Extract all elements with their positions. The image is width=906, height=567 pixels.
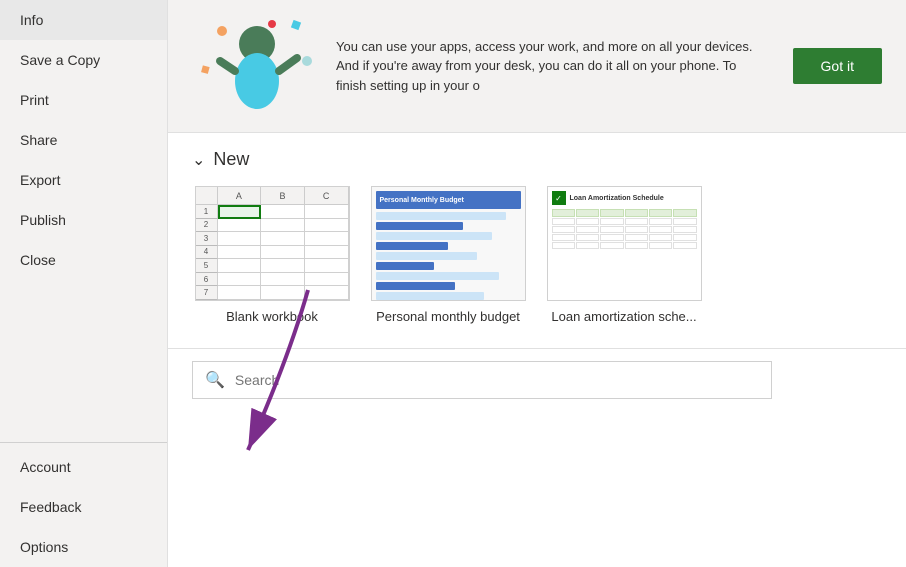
- budget-label: Personal monthly budget: [376, 309, 520, 324]
- sidebar-item-account[interactable]: Account: [0, 447, 167, 487]
- loan-label: Loan amortization sche...: [551, 309, 696, 324]
- search-icon: 🔍: [205, 370, 225, 390]
- templates-row: A B C 1 2 3: [192, 186, 882, 324]
- sidebar-item-info[interactable]: Info: [0, 0, 167, 40]
- budget-thumb: Personal Monthly Budget: [371, 186, 526, 301]
- template-blank-workbook[interactable]: A B C 1 2 3: [192, 186, 352, 324]
- banner: You can use your apps, access your work,…: [168, 0, 906, 133]
- sidebar-item-options[interactable]: Options: [0, 527, 167, 567]
- sidebar: Info Save a Copy Print Share Export Publ…: [0, 0, 168, 567]
- loan-thumb: ✓ Loan Amortization Schedule: [547, 186, 702, 301]
- template-budget[interactable]: Personal Monthly Budget: [368, 186, 528, 324]
- new-section: ⌄ New A B C 1: [168, 133, 906, 332]
- new-header: ⌄ New: [192, 149, 882, 170]
- main-content: You can use your apps, access your work,…: [168, 0, 906, 567]
- sidebar-item-export[interactable]: Export: [0, 160, 167, 200]
- sidebar-item-share[interactable]: Share: [0, 120, 167, 160]
- search-container: 🔍: [168, 361, 906, 399]
- got-it-button[interactable]: Got it: [793, 48, 882, 84]
- divider: [168, 348, 906, 349]
- search-input[interactable]: [235, 372, 759, 388]
- sidebar-item-save-copy[interactable]: Save a Copy: [0, 40, 167, 80]
- search-bar: 🔍: [192, 361, 772, 399]
- new-section-title: New: [213, 149, 249, 170]
- blank-workbook-thumb: A B C 1 2 3: [195, 186, 350, 301]
- banner-illustration: [192, 16, 312, 116]
- new-section-chevron[interactable]: ⌄: [192, 150, 205, 170]
- sidebar-item-print[interactable]: Print: [0, 80, 167, 120]
- banner-text: You can use your apps, access your work,…: [336, 37, 769, 96]
- template-loan[interactable]: ✓ Loan Amortization Schedule: [544, 186, 704, 324]
- sidebar-item-publish[interactable]: Publish: [0, 200, 167, 240]
- sidebar-item-feedback[interactable]: Feedback: [0, 487, 167, 527]
- blank-workbook-label: Blank workbook: [226, 309, 318, 324]
- sidebar-item-close[interactable]: Close: [0, 240, 167, 280]
